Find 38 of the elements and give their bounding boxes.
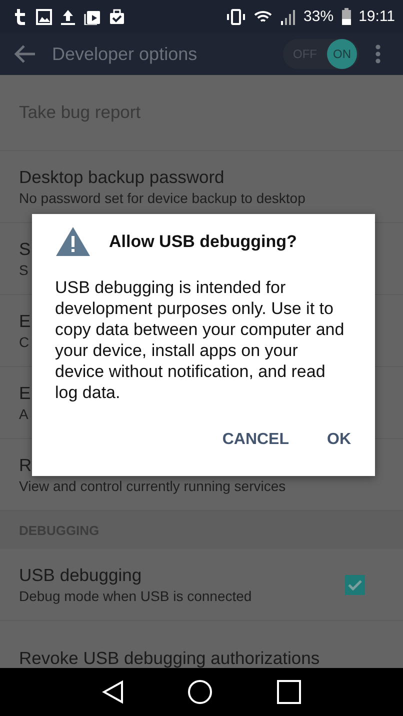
item-title: E (19, 311, 31, 332)
dialog-button[interactable]: OK (313, 425, 365, 455)
item-summary: View and control currently running services (19, 478, 286, 494)
wifi-icon (254, 10, 272, 24)
item-title: S (19, 239, 31, 260)
item-summary: S (19, 262, 28, 278)
vibrate-icon (226, 8, 246, 24)
item-summary: A (19, 406, 28, 422)
recents-icon[interactable] (276, 680, 301, 704)
battery-percentage: 33% (304, 8, 334, 25)
more-options-icon[interactable] (375, 44, 381, 64)
warning-icon (55, 226, 91, 257)
dialog-title: Allow USB debugging? (109, 232, 297, 252)
dialog-button[interactable]: CANCEL (208, 425, 303, 455)
battery-icon (342, 8, 351, 25)
settings-item[interactable]: USB debugging Debug mode when USB is connected (0, 549, 403, 621)
item-summary: C (19, 334, 30, 350)
back-arrow-icon[interactable] (14, 45, 36, 63)
switch-on-label: ON (327, 39, 357, 69)
item-title: E (19, 383, 31, 404)
item-title: USB debugging (19, 565, 142, 586)
upload-icon (60, 8, 76, 24)
toolbar-title: Developer options (52, 44, 198, 64)
play-store-icon (84, 8, 101, 24)
item-summary: Debug mode when USB is connected (19, 588, 252, 604)
dialog-message: USB debugging is intended for development purposes only. Use it to copy data between your computer and your device, install apps on your device without notification, and read log data. (55, 277, 345, 403)
home-icon[interactable] (188, 680, 212, 704)
checkbox[interactable] (345, 574, 365, 594)
signal-icon (280, 8, 296, 24)
item-title: Revoke USB debugging authorizations (19, 648, 320, 668)
app-notification-icon (14, 8, 28, 24)
item-title: R (19, 455, 32, 476)
back-icon[interactable] (102, 680, 124, 704)
item-title: Desktop backup password (19, 167, 224, 188)
briefcase-check-icon (109, 8, 125, 24)
image-icon (36, 8, 52, 24)
clock: 19:11 (358, 8, 395, 25)
item-summary: No password set for device backup to desktop (19, 190, 306, 206)
